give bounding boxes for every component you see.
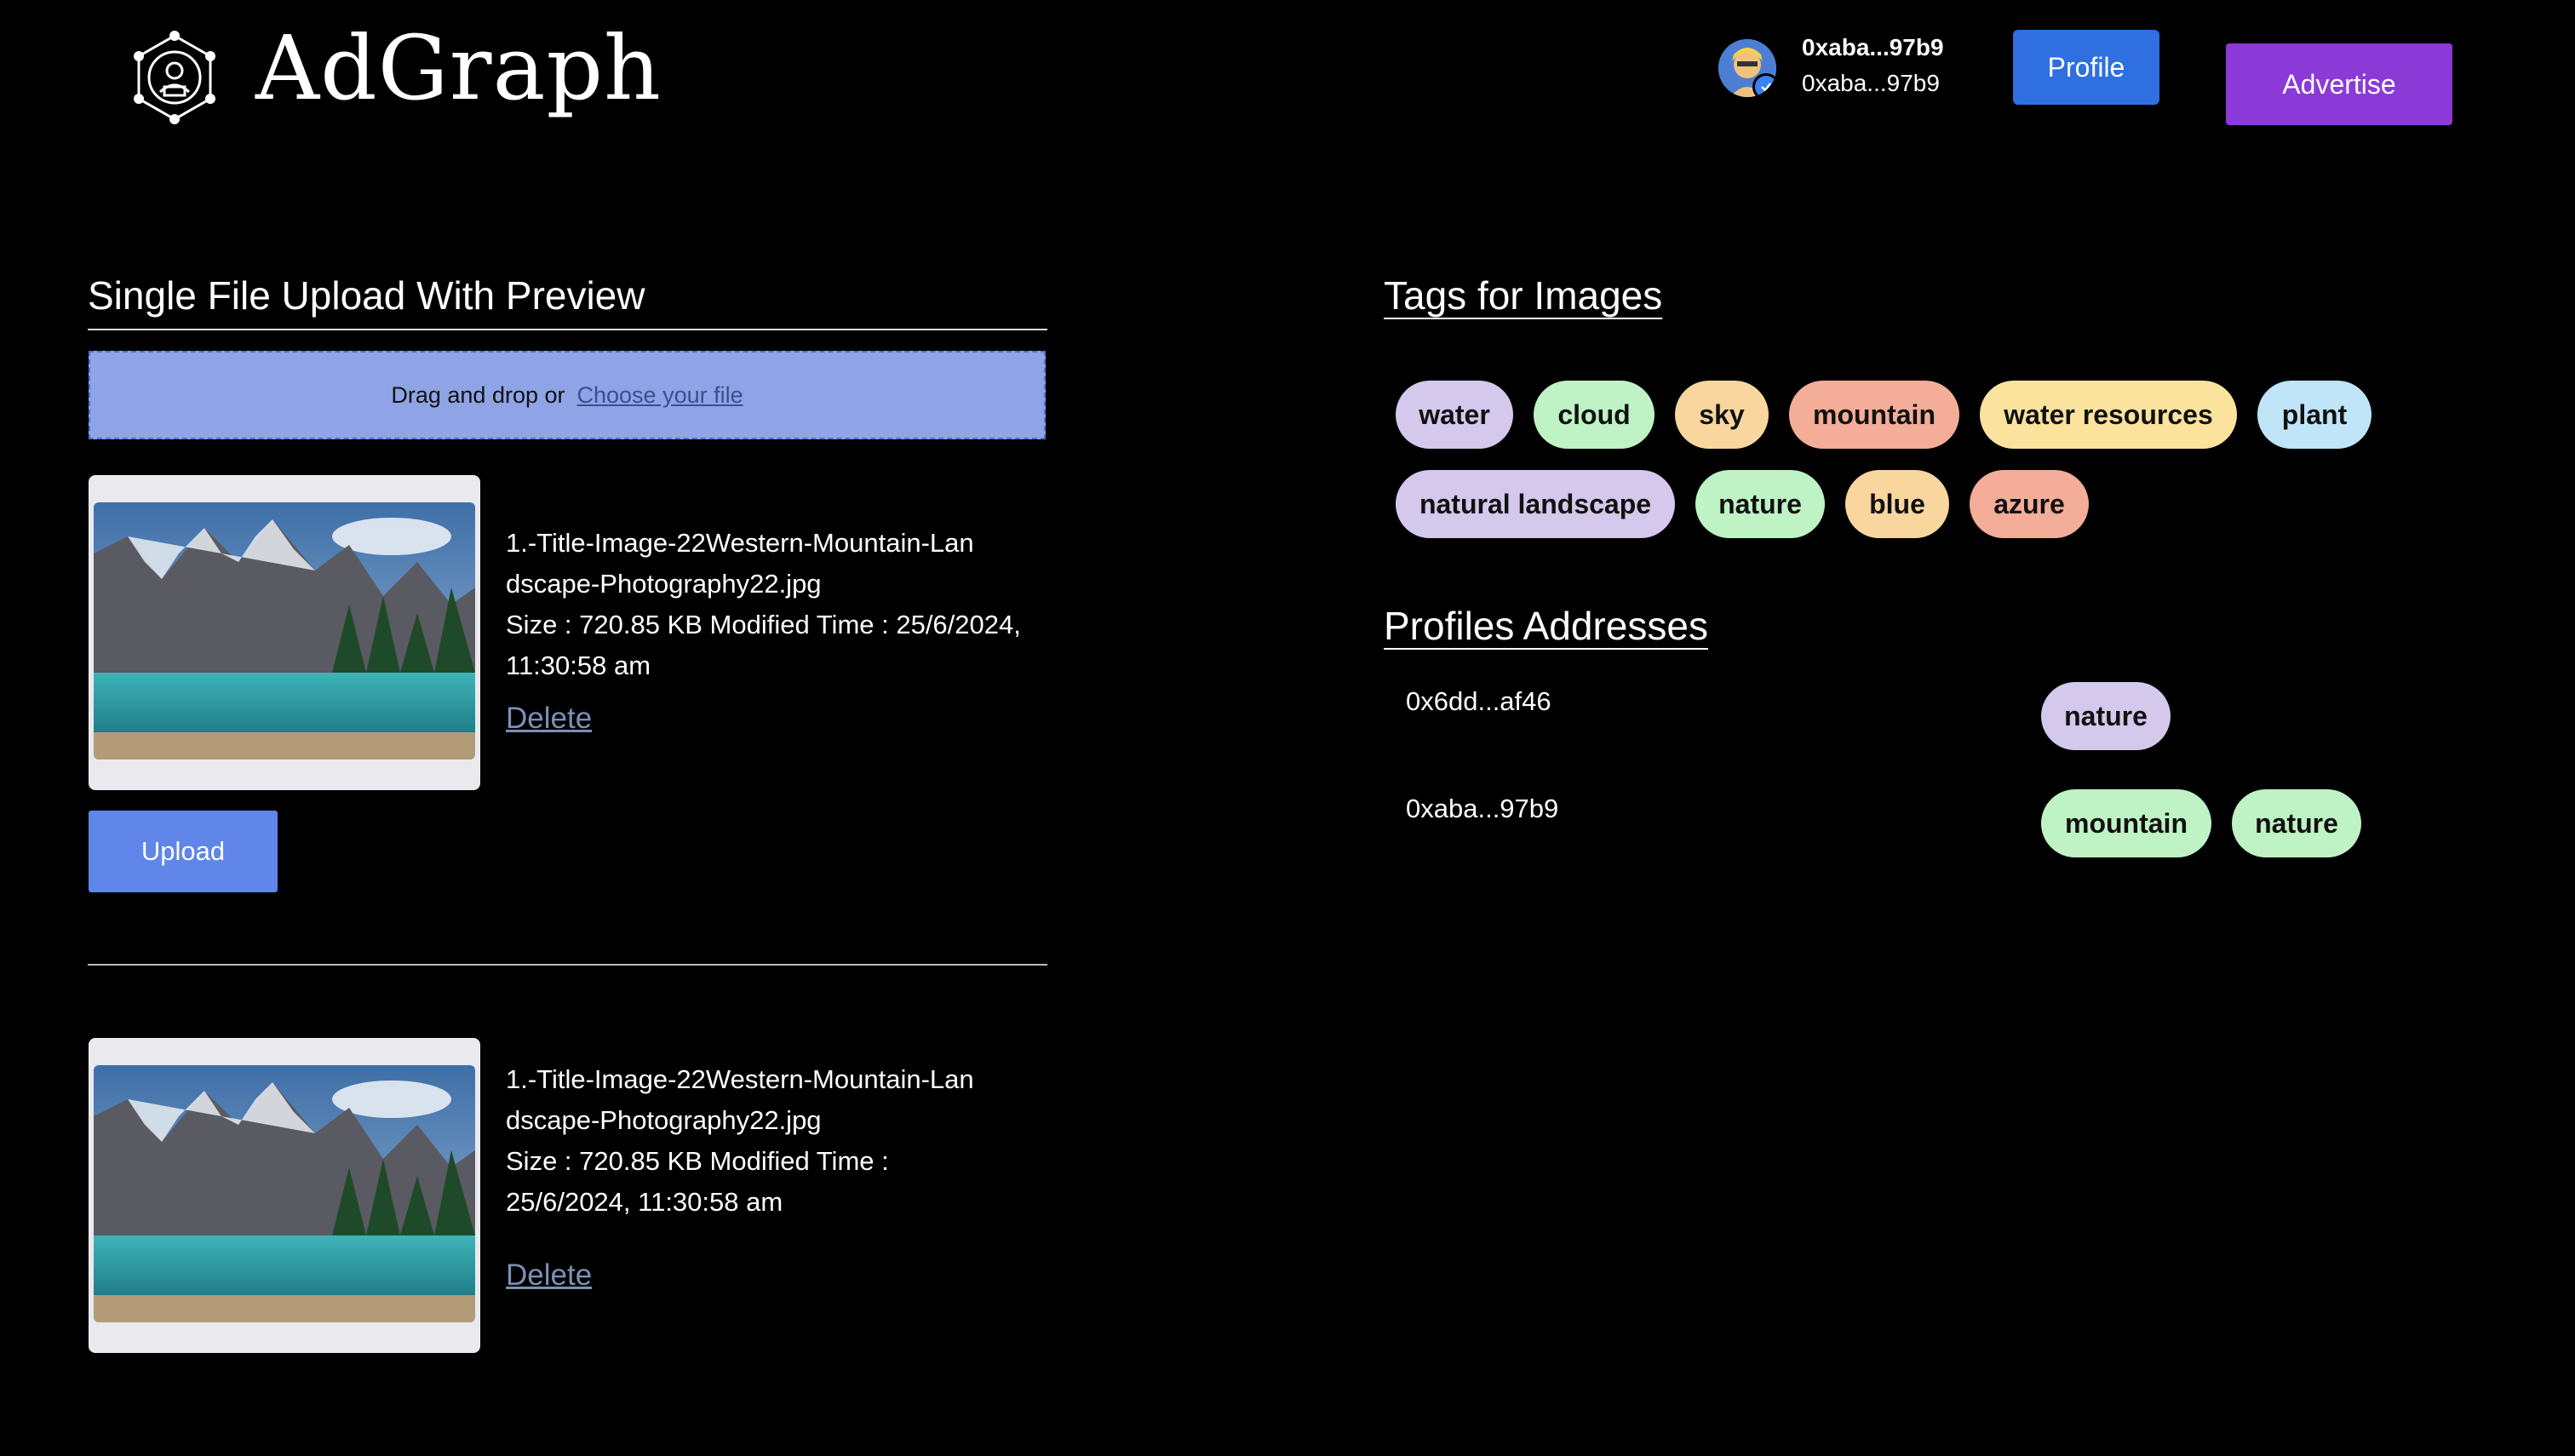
file-meta: Size : 720.85 KB Modified Time : 25/6/20… <box>506 610 1021 680</box>
dropzone-text: Drag and drop or <box>391 381 565 408</box>
file-name: 1.-Title-Image-22Western-Mountain-Landsc… <box>506 528 974 599</box>
file-dropzone[interactable]: Drag and drop or Choose your file <box>89 351 1046 439</box>
tag-chip[interactable]: cloud <box>1534 381 1655 449</box>
profile-address: 0x6dd...af46 <box>1406 686 1551 716</box>
landscape-image-preview <box>94 502 475 760</box>
tag-chip[interactable]: water resources <box>1980 381 2237 449</box>
profile-address: 0xaba...97b9 <box>1406 794 1559 823</box>
file-name: 1.-Title-Image-22Western-Mountain-Landsc… <box>506 1064 974 1135</box>
adgraph-logo-icon <box>128 31 221 124</box>
app-name: AdGraph <box>255 16 662 120</box>
verified-icon <box>1752 73 1776 97</box>
tag-chip[interactable]: sky <box>1675 381 1769 449</box>
tags-section-title: Tags for Images <box>1384 273 1663 318</box>
file-preview-card <box>89 1038 480 1353</box>
file-info: 1.-Title-Image-22Western-Mountain-Landsc… <box>506 1059 1051 1223</box>
choose-file-link[interactable]: Choose your file <box>577 382 743 409</box>
file-preview-card <box>89 475 480 790</box>
account-name: 0xaba...97b9 <box>1802 34 1944 60</box>
tag-chip[interactable]: blue <box>1845 470 1949 538</box>
file-meta: Size : 720.85 KB Modified Time : 25/6/20… <box>506 1146 889 1217</box>
delete-file-link[interactable]: Delete <box>506 702 592 736</box>
tag-chip[interactable]: natural landscape <box>1396 470 1675 538</box>
tag-chip[interactable]: nature <box>1695 470 1825 538</box>
tag-chip[interactable]: plant <box>2257 381 2371 449</box>
tag-chip[interactable]: water <box>1396 381 1513 449</box>
advertise-button[interactable]: Advertise <box>2226 43 2452 125</box>
tag-chip[interactable]: azure <box>1970 470 2089 538</box>
file-info: 1.-Title-Image-22Western-Mountain-Landsc… <box>506 523 1051 686</box>
profile-tag-chip[interactable]: nature <box>2041 682 2171 750</box>
account-address: 0xaba...97b9 <box>1802 70 1940 96</box>
section-divider <box>88 964 1047 966</box>
profile-button[interactable]: Profile <box>2013 30 2159 105</box>
landscape-image-preview <box>94 1065 475 1322</box>
delete-file-link[interactable]: Delete <box>506 1258 592 1293</box>
profiles-section-title: Profiles Addresses <box>1384 604 1708 648</box>
title-divider <box>88 329 1047 330</box>
profile-tag-chip[interactable]: nature <box>2232 789 2361 857</box>
profile-tag-chip[interactable]: mountain <box>2041 789 2211 857</box>
account-avatar[interactable] <box>1718 39 1776 97</box>
upload-button[interactable]: Upload <box>89 811 278 892</box>
upload-section-title: Single File Upload With Preview <box>88 273 645 318</box>
tag-chip[interactable]: mountain <box>1789 381 1959 449</box>
